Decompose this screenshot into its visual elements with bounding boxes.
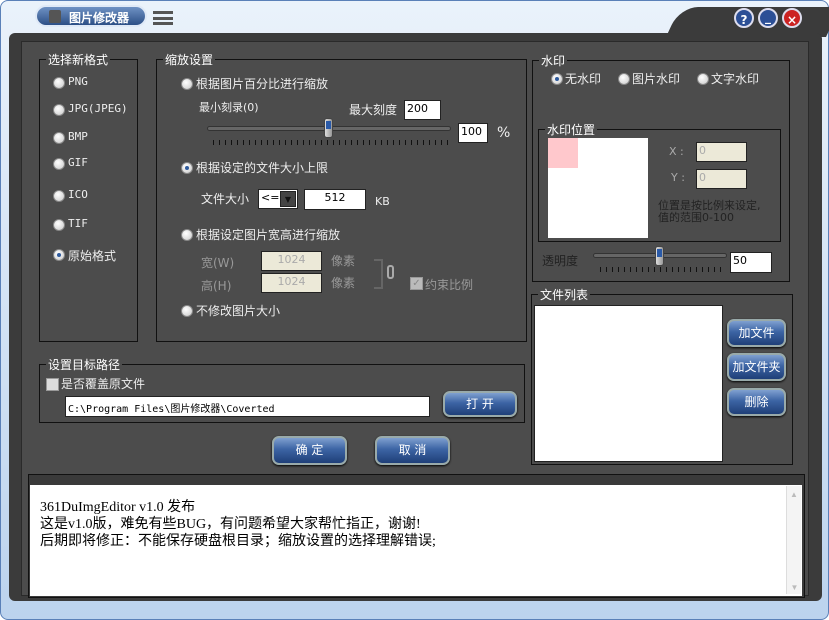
format-radio[interactable] [53, 190, 65, 202]
app-logo-icon [49, 10, 61, 23]
width-input[interactable]: 1024 [261, 251, 322, 271]
target-path-legend: 设置目标路径 [46, 356, 123, 373]
watermark-type-label: 文字水印 [711, 72, 760, 86]
format-radio[interactable] [53, 77, 65, 89]
ratio-bracket [374, 259, 383, 289]
cancel-button[interactable]: 取 消 [375, 436, 450, 465]
scale-percent-label: 根据图片百分比进行缩放 [196, 77, 329, 91]
watermark-type-radio[interactable] [697, 73, 709, 85]
help-button[interactable]: ? [734, 8, 754, 28]
log-line: 这是v1.0版，难免有些BUG，有问题希望大家帮忙指正，谢谢! [40, 517, 421, 532]
width-unit: 像素 [331, 254, 356, 268]
ok-button[interactable]: 确 定 [272, 436, 347, 465]
overwrite-label: 是否覆盖原文件 [61, 377, 146, 391]
scroll-down-icon[interactable]: ▼ [787, 579, 802, 594]
keep-ratio-label: 约束比例 [425, 278, 474, 292]
file-list[interactable] [534, 305, 723, 462]
height-unit: 像素 [331, 276, 356, 290]
scroll-up-icon[interactable]: ▲ [787, 486, 801, 501]
chevron-down-icon[interactable]: ▼ [280, 191, 296, 207]
percent-slider-thumb[interactable] [324, 118, 333, 138]
watermark-type-label: 无水印 [565, 72, 602, 86]
keep-ratio-checkbox[interactable]: ✓ [410, 277, 423, 290]
log-text[interactable]: 361DuImgEditor v1.0 发布 这是v1.0版，难免有些BUG，有… [30, 485, 802, 596]
watermark-legend: 水印 [539, 52, 568, 69]
scale-filesize-label: 根据设定的文件大小上限 [196, 161, 329, 175]
format-label: BMP [68, 130, 88, 143]
open-button[interactable]: 打 开 [443, 391, 517, 417]
add-folder-button[interactable]: 加文件夹 [727, 353, 786, 381]
x-input[interactable]: 0 [696, 142, 747, 162]
filesize-input[interactable]: 512 [304, 189, 366, 210]
format-radio[interactable] [53, 249, 65, 261]
scale-legend: 缩放设置 [163, 51, 216, 68]
watermark-type-label: 图片水印 [632, 72, 681, 86]
filesize-unit: KB [375, 195, 390, 208]
file-list-legend: 文件列表 [538, 286, 591, 303]
width-label: 宽(W) [201, 256, 235, 270]
format-radio[interactable] [53, 158, 65, 170]
format-radio[interactable] [53, 219, 65, 231]
opacity-input[interactable]: 50 [730, 252, 772, 273]
height-label: 高(H) [201, 279, 232, 293]
scale-percent-radio[interactable] [181, 78, 193, 90]
target-path-input[interactable]: C:\Program Files\图片修改器\Coverted [65, 396, 430, 417]
watermark-position-canvas[interactable] [548, 138, 648, 238]
log-scrollbar[interactable]: ▲ ▼ [786, 486, 801, 594]
x-label: X : [669, 145, 684, 158]
scale-filesize-radio[interactable] [181, 162, 193, 174]
format-radio[interactable] [53, 132, 65, 144]
format-radio[interactable] [53, 104, 65, 116]
opacity-label: 透明度 [542, 254, 579, 268]
percent-unit: % [497, 125, 511, 141]
menu-icon[interactable] [153, 11, 173, 25]
add-file-button[interactable]: 加文件 [727, 319, 786, 347]
opacity-slider-thumb[interactable] [655, 246, 664, 266]
scale-dimensions-radio[interactable] [181, 229, 193, 241]
watermark-type-radio[interactable] [551, 73, 563, 85]
watermark-position-marker[interactable] [548, 138, 578, 168]
operator-select[interactable]: <= ▼ [258, 189, 298, 209]
operator-value: <= [261, 191, 280, 204]
format-legend: 选择新格式 [46, 51, 111, 68]
format-label: PNG [68, 75, 88, 88]
log-line: 后期即将修正：不能保存硬盘根目录；缩放设置的选择理解错误; [40, 534, 436, 549]
format-label: GIF [68, 156, 88, 169]
filesize-label: 文件大小 [201, 192, 250, 206]
height-input[interactable]: 1024 [261, 273, 322, 293]
watermark-position-legend: 水印位置 [545, 121, 598, 138]
app-title: 图片修改器 [35, 5, 147, 27]
format-label: JPG(JPEG) [68, 102, 128, 115]
no-resize-label: 不修改图片大小 [196, 304, 281, 318]
minimize-button[interactable]: _ [758, 8, 778, 28]
percent-input[interactable]: 100 [458, 123, 488, 143]
opacity-slider-ticks [600, 267, 724, 272]
max-scale-label: 最大刻度 [349, 103, 398, 117]
min-scale-label: 最小刻录(0) [199, 101, 259, 114]
chain-link-icon [387, 265, 394, 279]
position-hint-2: 值的范围0-100 [658, 211, 734, 224]
delete-button[interactable]: 删除 [727, 388, 786, 416]
watermark-type-radio[interactable] [618, 73, 630, 85]
y-label: Y : [671, 171, 685, 184]
close-button[interactable]: × [782, 8, 802, 28]
format-label: 原始格式 [68, 249, 117, 263]
app-window: 图片修改器 ? _ × 选择新格式 PNG JPG(JPEG) BMP GIF ICO T… [0, 0, 829, 620]
y-input[interactable]: 0 [696, 169, 747, 189]
format-label: TIF [68, 217, 88, 230]
max-scale-input[interactable]: 200 [404, 100, 441, 120]
format-label: ICO [68, 188, 88, 201]
percent-slider-ticks [213, 140, 449, 145]
overwrite-checkbox[interactable] [46, 378, 59, 391]
log-line: 361DuImgEditor v1.0 发布 [40, 500, 196, 515]
scale-dimensions-label: 根据设定图片宽高进行缩放 [196, 228, 341, 242]
no-resize-radio[interactable] [181, 305, 193, 317]
